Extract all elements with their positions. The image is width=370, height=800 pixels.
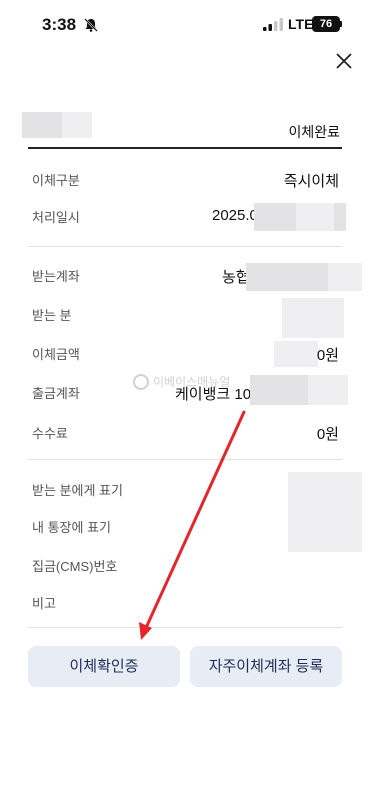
- bell-off-icon: [84, 18, 98, 32]
- redacted-name: [22, 112, 62, 138]
- battery-tip: [340, 21, 342, 27]
- recipient-account-label: 받는계좌: [32, 269, 80, 284]
- status-bar: 3:38 LTE 76: [0, 0, 370, 50]
- recipient-label: 받는 분: [32, 308, 72, 323]
- watermark-logo-icon: [133, 373, 149, 390]
- section-divider: [28, 246, 342, 247]
- redacted-memo: [288, 472, 328, 552]
- redacted-account: [328, 263, 362, 291]
- processed-date-value: 2025.0: [212, 207, 258, 224]
- note-label: 비고: [32, 596, 56, 611]
- redacted-date: [296, 203, 334, 231]
- section-divider: [28, 627, 342, 628]
- withdraw-account-value: 케이뱅크 100: [175, 386, 260, 403]
- cms-number-label: 집금(CMS)번호: [32, 559, 118, 574]
- redacted-memo: [328, 472, 362, 552]
- redacted-date: [334, 203, 346, 231]
- processed-date-label: 처리일시: [32, 210, 80, 225]
- fee-value: 0원: [316, 426, 339, 443]
- status-time: 3:38: [42, 15, 77, 34]
- my-memo-label: 내 통장에 표기: [32, 520, 111, 535]
- transfer-status: 이체완료: [288, 124, 340, 140]
- redacted-withdraw-account: [308, 375, 348, 405]
- redacted-account: [246, 263, 328, 291]
- signal-icon: [263, 18, 283, 31]
- close-icon[interactable]: [333, 50, 355, 72]
- battery-icon: 76: [312, 16, 340, 32]
- transfer-type-value: 즉시이체: [283, 173, 339, 190]
- transfer-type-label: 이체구분: [32, 173, 80, 188]
- register-frequent-account-button[interactable]: 자주이체계좌 등록: [190, 646, 342, 687]
- recipient-memo-label: 받는 분에게 표기: [32, 483, 123, 498]
- redacted-withdraw-account: [250, 375, 308, 405]
- network-label: LTE: [288, 16, 314, 32]
- section-divider: [28, 459, 342, 460]
- withdraw-account-label: 출금계좌: [32, 386, 80, 401]
- transfer-certificate-button[interactable]: 이체확인증: [28, 646, 180, 687]
- redacted-name: [62, 112, 92, 138]
- redacted-amount: [274, 341, 318, 367]
- fee-label: 수수료: [32, 426, 68, 441]
- redacted-date: [254, 203, 296, 231]
- redacted-recipient: [282, 298, 344, 338]
- amount-label: 이체금액: [32, 347, 80, 362]
- title-divider: [28, 147, 342, 149]
- amount-value: 0원: [316, 347, 339, 364]
